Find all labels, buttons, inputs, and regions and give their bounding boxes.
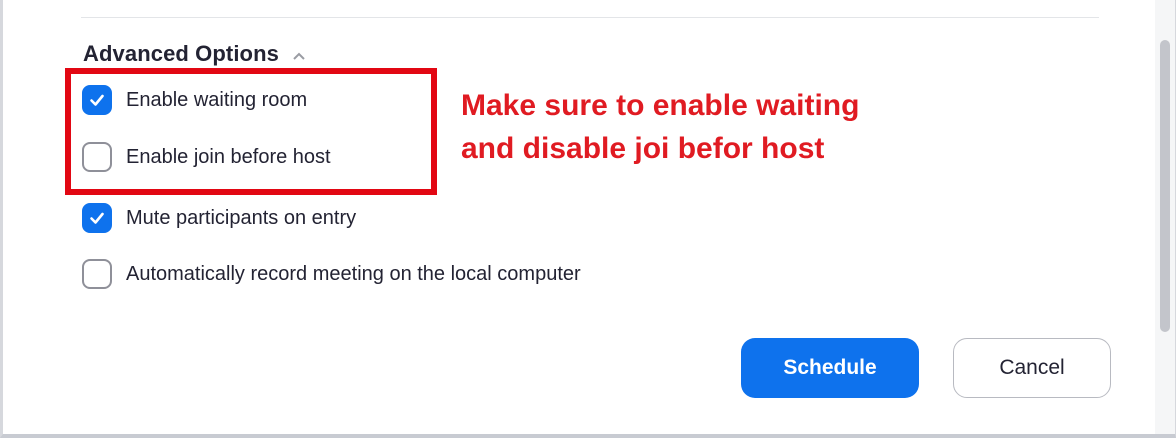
checkmark-icon [90, 94, 104, 106]
annotation-line-2: and disable joi befor host [461, 132, 825, 165]
chevron-up-icon[interactable] [291, 49, 307, 63]
divider [81, 17, 1099, 18]
option-label: Automatically record meeting on the loca… [126, 262, 581, 285]
option-label: Enable join before host [126, 145, 331, 168]
option-mute-participants[interactable]: Mute participants on entry [82, 203, 356, 233]
annotation-line-1: Make sure to enable waiting [461, 89, 860, 122]
schedule-button[interactable]: Schedule [741, 338, 919, 398]
cancel-button[interactable]: Cancel [953, 338, 1111, 398]
annotation-text: Make sure to enable waiting and disable … [461, 84, 859, 170]
option-enable-waiting-room[interactable]: Enable waiting room [82, 85, 307, 115]
checkbox-mute-participants[interactable] [82, 203, 112, 233]
scrollbar-thumb[interactable] [1160, 40, 1170, 332]
scrollbar[interactable] [1155, 0, 1175, 434]
advanced-options-header[interactable]: Advanced Options [83, 41, 307, 67]
checkmark-icon [90, 212, 104, 224]
dialog-panel: Advanced Options Enable waiting room Ena… [0, 0, 1176, 438]
checkbox-enable-join-before-host[interactable] [82, 142, 112, 172]
option-label: Enable waiting room [126, 88, 308, 111]
section-title: Advanced Options [83, 41, 279, 66]
checkbox-enable-waiting-room[interactable] [82, 85, 112, 115]
option-enable-join-before-host[interactable]: Enable join before host [82, 142, 331, 172]
option-label: Mute participants on entry [126, 206, 357, 229]
checkbox-auto-record-local[interactable] [82, 259, 112, 289]
option-auto-record-local[interactable]: Automatically record meeting on the loca… [82, 259, 581, 289]
